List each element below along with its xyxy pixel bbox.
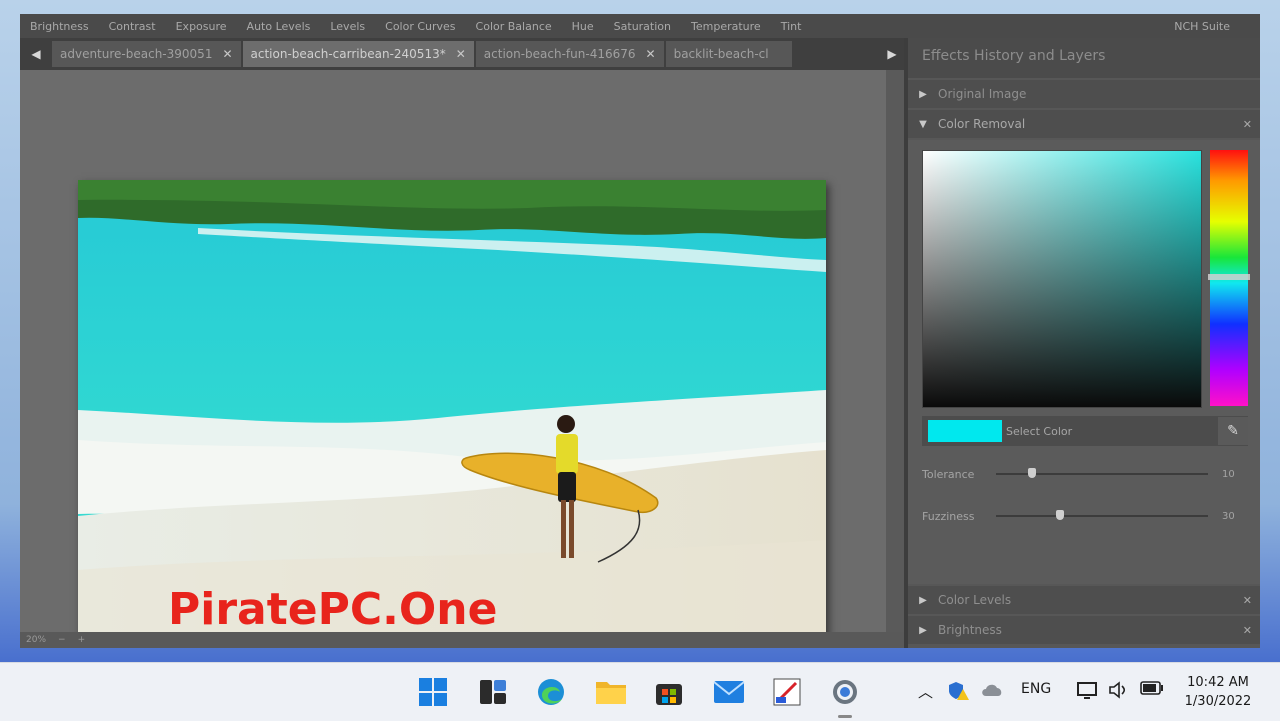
tab-document-3[interactable]: action-beach-fun-416676 ✕ bbox=[475, 41, 664, 67]
effects-toolbar: Brightness Contrast Exposure Auto Levels… bbox=[20, 14, 1260, 39]
menu-saturation[interactable]: Saturation bbox=[604, 20, 681, 33]
tab-scroll-right-icon[interactable]: ▶ bbox=[880, 47, 904, 61]
battery-icon[interactable] bbox=[1140, 681, 1164, 699]
fuzziness-value: 30 bbox=[1222, 510, 1235, 522]
section-color-removal[interactable]: ▼ Color Removal ✕ bbox=[908, 110, 1260, 138]
tab-label: adventure-beach-390051 bbox=[60, 47, 213, 61]
panel-title: Effects History and Layers bbox=[908, 38, 1260, 78]
menu-tint[interactable]: Tint bbox=[771, 20, 812, 33]
tab-document-4[interactable]: backlit-beach-cl bbox=[665, 41, 792, 67]
tolerance-value: 10 bbox=[1222, 468, 1235, 480]
network-icon[interactable] bbox=[1076, 681, 1100, 705]
collapse-triangle-icon[interactable]: ▼ bbox=[908, 119, 938, 130]
tolerance-slider-row: Tolerance 10 bbox=[922, 464, 1248, 484]
document-tabs: ◀ adventure-beach-390051 ✕ action-beach-… bbox=[20, 38, 904, 70]
menu-auto-levels[interactable]: Auto Levels bbox=[237, 20, 321, 33]
security-warning-icon[interactable] bbox=[948, 681, 970, 705]
zoom-status-bar: 20% − + bbox=[20, 632, 904, 648]
store-icon[interactable] bbox=[652, 675, 686, 709]
menu-levels[interactable]: Levels bbox=[320, 20, 375, 33]
tolerance-track[interactable] bbox=[996, 468, 1208, 478]
menu-contrast[interactable]: Contrast bbox=[99, 20, 166, 33]
zoom-out-button[interactable]: − bbox=[52, 635, 72, 645]
vertical-scrollbar[interactable] bbox=[886, 70, 904, 632]
expand-triangle-icon[interactable]: ▶ bbox=[908, 625, 938, 636]
watermark-text: PiratePC.One bbox=[168, 584, 498, 635]
effects-history-panel: Effects History and Layers ▶ Original Im… bbox=[904, 38, 1260, 648]
menu-color-curves[interactable]: Color Curves bbox=[375, 20, 465, 33]
photo-editor-window: Brightness Contrast Exposure Auto Levels… bbox=[20, 14, 1260, 648]
onedrive-cloud-icon[interactable] bbox=[980, 681, 1004, 701]
menu-nch-suite[interactable]: NCH Suite bbox=[1164, 20, 1260, 33]
menu-temperature[interactable]: Temperature bbox=[681, 20, 771, 33]
section-brightness[interactable]: ▶ Brightness ✕ bbox=[908, 616, 1260, 644]
clock-date: 1/30/2022 bbox=[1184, 694, 1252, 709]
select-color-label: Select Color bbox=[1006, 424, 1073, 438]
settings-icon[interactable] bbox=[828, 675, 862, 709]
section-label: Color Levels bbox=[938, 593, 1012, 607]
tolerance-thumb[interactable] bbox=[1028, 468, 1037, 478]
remove-effect-icon[interactable]: ✕ bbox=[1243, 118, 1252, 131]
menu-hue[interactable]: Hue bbox=[562, 20, 604, 33]
tab-label: backlit-beach-cl bbox=[673, 47, 769, 61]
fuzziness-track[interactable] bbox=[996, 510, 1208, 520]
section-label: Brightness bbox=[938, 623, 1002, 637]
mail-icon[interactable] bbox=[712, 675, 746, 709]
remove-effect-icon[interactable]: ✕ bbox=[1243, 624, 1252, 637]
tab-close-icon[interactable]: ✕ bbox=[222, 47, 232, 61]
menu-exposure[interactable]: Exposure bbox=[166, 20, 237, 33]
tab-scroll-left-icon[interactable]: ◀ bbox=[20, 47, 52, 61]
show-hidden-icons-icon[interactable]: ︿ bbox=[918, 681, 933, 702]
fuzziness-label: Fuzziness bbox=[922, 509, 975, 523]
windows-start-icon[interactable] bbox=[416, 675, 450, 709]
beach-surfer-photo bbox=[78, 180, 826, 636]
file-explorer-icon[interactable] bbox=[594, 675, 628, 709]
tab-document-1[interactable]: adventure-beach-390051 ✕ bbox=[52, 41, 241, 67]
zoom-level: 20% bbox=[26, 635, 47, 645]
clock-time: 10:42 AM bbox=[1187, 675, 1249, 690]
tolerance-label: Tolerance bbox=[922, 467, 975, 481]
canvas-area[interactable]: PiratePC.One bbox=[20, 70, 886, 636]
tab-document-2-active[interactable]: action-beach-carribean-240513* ✕ bbox=[242, 41, 474, 67]
section-color-levels[interactable]: ▶ Color Levels ✕ bbox=[908, 586, 1260, 614]
section-label: Color Removal bbox=[938, 117, 1026, 131]
selected-color-swatch[interactable] bbox=[928, 420, 1002, 442]
section-label: Original Image bbox=[938, 87, 1027, 101]
system-clock[interactable]: 10:42 AM 1/30/2022 bbox=[1172, 673, 1264, 711]
fuzziness-slider-row: Fuzziness 30 bbox=[922, 506, 1248, 526]
color-removal-settings: Select Color ✎ Tolerance 10 Fuzziness 30 bbox=[908, 140, 1260, 584]
color-picker-square[interactable] bbox=[922, 150, 1202, 408]
task-view-icon[interactable] bbox=[476, 675, 510, 709]
expand-triangle-icon[interactable]: ▶ bbox=[908, 595, 938, 606]
tab-label: action-beach-fun-416676 bbox=[483, 47, 636, 61]
section-original-image[interactable]: ▶ Original Image bbox=[908, 80, 1260, 108]
paint-icon[interactable] bbox=[770, 675, 804, 709]
language-indicator[interactable]: ENG bbox=[1021, 681, 1051, 697]
tab-close-icon[interactable]: ✕ bbox=[456, 47, 466, 61]
windows-taskbar: ︿ ENG 10:42 AM 1/30/2022 bbox=[0, 662, 1280, 721]
select-color-row: Select Color ✎ bbox=[922, 416, 1248, 446]
hue-marker[interactable] bbox=[1208, 274, 1250, 280]
running-indicator bbox=[838, 715, 852, 718]
fuzziness-thumb[interactable] bbox=[1055, 510, 1064, 520]
edge-icon[interactable] bbox=[534, 675, 568, 709]
tab-close-icon[interactable]: ✕ bbox=[646, 47, 656, 61]
menu-color-balance[interactable]: Color Balance bbox=[466, 20, 562, 33]
zoom-in-button[interactable]: + bbox=[72, 635, 92, 645]
menu-brightness[interactable]: Brightness bbox=[20, 20, 99, 33]
remove-effect-icon[interactable]: ✕ bbox=[1243, 594, 1252, 607]
tab-label: action-beach-carribean-240513* bbox=[250, 47, 446, 61]
eyedropper-icon[interactable]: ✎ bbox=[1218, 417, 1248, 445]
volume-icon[interactable] bbox=[1108, 681, 1130, 703]
expand-triangle-icon[interactable]: ▶ bbox=[908, 89, 938, 100]
